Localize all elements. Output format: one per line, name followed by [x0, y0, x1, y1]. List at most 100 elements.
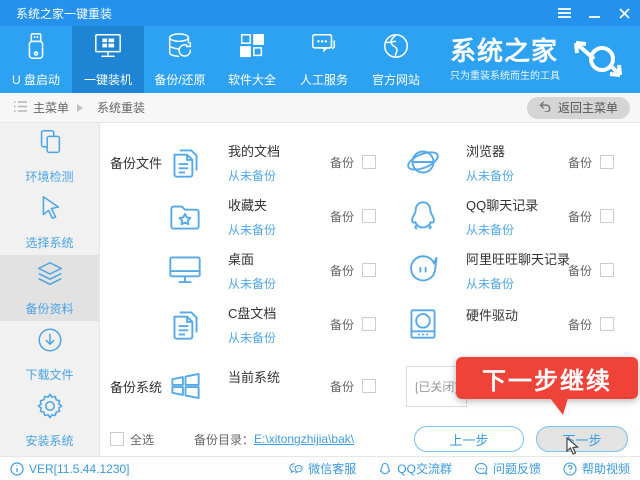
- qq-icon: [378, 462, 392, 476]
- backup-label: 备份: [330, 154, 354, 171]
- backup-item-qq-chat: QQ聊天记录从未备份 备份: [402, 195, 640, 238]
- backup-item-c-drive-docs: C盘文档从未备份 备份: [164, 303, 402, 346]
- menu-icon[interactable]: [556, 5, 572, 21]
- breadcrumb: 主菜单 系统重装 返回主菜单: [0, 93, 640, 123]
- chat-service-icon: [309, 31, 339, 66]
- backup-checkbox[interactable]: [362, 317, 376, 331]
- item-status: 从未备份: [466, 167, 568, 184]
- item-status: 从未备份: [228, 329, 330, 346]
- backup-checkbox[interactable]: [600, 209, 614, 223]
- nav-item-usb-boot[interactable]: U 盘启动: [0, 26, 72, 93]
- backup-label: 备份: [568, 154, 592, 171]
- close-icon[interactable]: [616, 5, 632, 21]
- sidebar-label: 环境检测: [25, 168, 73, 185]
- sidebar-item-select-system[interactable]: 选择系统: [0, 189, 99, 255]
- nav-item-website[interactable]: 官方网站: [360, 26, 432, 93]
- version-info: VER[11.5.44.1230]: [10, 462, 130, 476]
- item-status: 从未备份: [466, 275, 568, 292]
- nav-item-service[interactable]: 人工服务: [288, 26, 360, 93]
- item-status: 从未备份: [228, 167, 330, 184]
- help-video-link[interactable]: 帮助视频: [563, 460, 630, 477]
- backup-dir-path-link[interactable]: E:\xitongzhijia\bak\: [254, 432, 354, 446]
- ie-browser-icon: [402, 141, 444, 183]
- version-text: VER[11.5.44.1230]: [29, 462, 130, 476]
- sidebar-item-install-system[interactable]: 安装系统: [0, 387, 99, 453]
- sidebar-label: 选择系统: [25, 234, 73, 251]
- previous-step-button[interactable]: 上一步: [414, 426, 524, 452]
- footer-link-label: 微信客服: [308, 460, 356, 477]
- backup-panel: 备份文件 我的文档从未备份 备份 浏览器从未备份: [100, 123, 640, 456]
- item-status: 从未备份: [466, 221, 568, 238]
- brand-swoosh-icon: [568, 35, 626, 84]
- documents-icon: [164, 141, 206, 183]
- footer-link-label: QQ交流群: [397, 460, 452, 477]
- breadcrumb-main-menu[interactable]: 主菜单: [33, 99, 69, 116]
- nav-label: 备份/还原: [154, 71, 205, 88]
- nav-item-one-key-install[interactable]: 一键装机: [72, 26, 144, 93]
- cursor-select-icon: [35, 193, 65, 228]
- help-circle-icon: [563, 462, 577, 476]
- item-name: 我的文档: [228, 141, 330, 160]
- brand-name: 系统之家: [450, 38, 560, 64]
- desktop-icon: [164, 249, 206, 291]
- item-name: 收藏夹: [228, 195, 330, 214]
- qq-group-link[interactable]: QQ交流群: [378, 460, 452, 477]
- footer-link-label: 帮助视频: [582, 460, 630, 477]
- section-backup-files: 备份文件: [100, 153, 164, 172]
- download-circle-icon: [35, 325, 65, 360]
- select-all-label: 全选: [130, 431, 154, 448]
- folder-star-icon: [164, 195, 206, 237]
- backup-checkbox[interactable]: [362, 155, 376, 169]
- backup-checkbox[interactable]: [362, 209, 376, 223]
- backup-row: 桌面从未备份 备份 阿里旺旺聊天记录从未备份 备份: [100, 243, 640, 297]
- backup-checkbox[interactable]: [362, 263, 376, 277]
- globe-icon: [381, 31, 411, 66]
- backup-item-current-system: 当前系统 备份: [164, 365, 402, 407]
- backup-label: 备份: [568, 208, 592, 225]
- section-backup-system: 备份系统: [100, 377, 164, 396]
- backup-checkbox[interactable]: [600, 155, 614, 169]
- qq-penguin-icon: [402, 195, 444, 237]
- back-arrow-icon: [539, 101, 552, 115]
- backup-item-hardware-driver: 硬件驱动 备份: [402, 303, 640, 345]
- sidebar-item-env-check[interactable]: 环境检测: [0, 123, 99, 189]
- next-step-button[interactable]: 下一步: [536, 426, 628, 452]
- info-icon: [10, 462, 24, 476]
- env-check-icon: [35, 127, 65, 162]
- sidebar-item-backup-data[interactable]: 备份资料: [0, 255, 99, 321]
- footer-link-label: 问题反馈: [493, 460, 541, 477]
- backup-row: 收藏夹从未备份 备份 QQ聊天记录从未备份 备份: [100, 189, 640, 243]
- hardware-drive-icon: [402, 303, 444, 345]
- sidebar-label: 安装系统: [25, 432, 73, 449]
- backup-item-favorites: 收藏夹从未备份 备份: [164, 195, 402, 238]
- nav-item-software[interactable]: 软件大全: [216, 26, 288, 93]
- backup-checkbox[interactable]: [600, 263, 614, 277]
- backup-checkbox[interactable]: [362, 379, 376, 393]
- titlebar: 系统之家一键重装: [0, 0, 640, 26]
- sidebar-item-download-files[interactable]: 下载文件: [0, 321, 99, 387]
- brand-tagline: 只为重装系统而生的工具: [450, 67, 560, 82]
- documents-icon: [164, 303, 206, 345]
- nav-label: 人工服务: [300, 71, 348, 88]
- return-main-menu-button[interactable]: 返回主菜单: [527, 97, 630, 119]
- feedback-link[interactable]: 问题反馈: [474, 460, 541, 477]
- item-name: 桌面: [228, 249, 330, 268]
- nav-label: 官方网站: [372, 71, 420, 88]
- nav-item-backup-restore[interactable]: 备份/还原: [144, 26, 216, 93]
- wechat-support-link[interactable]: 微信客服: [289, 460, 356, 477]
- backup-label: 备份: [568, 262, 592, 279]
- backup-checkbox[interactable]: [600, 317, 614, 331]
- backup-label: 备份: [330, 262, 354, 279]
- breadcrumb-current: 系统重装: [97, 99, 145, 116]
- gear-icon: [35, 391, 65, 426]
- item-status: [466, 331, 568, 343]
- database-restore-icon: [165, 31, 195, 66]
- backup-label: 备份: [330, 316, 354, 333]
- minimize-icon[interactable]: [586, 5, 602, 21]
- nav-label: U 盘启动: [12, 71, 60, 88]
- item-name: 浏览器: [466, 141, 568, 160]
- backup-item-wangwang-chat: 阿里旺旺聊天记录从未备份 备份: [402, 249, 640, 292]
- select-all-checkbox[interactable]: [110, 432, 124, 446]
- software-squares-icon: [237, 31, 267, 66]
- backup-item-desktop: 桌面从未备份 备份: [164, 249, 402, 292]
